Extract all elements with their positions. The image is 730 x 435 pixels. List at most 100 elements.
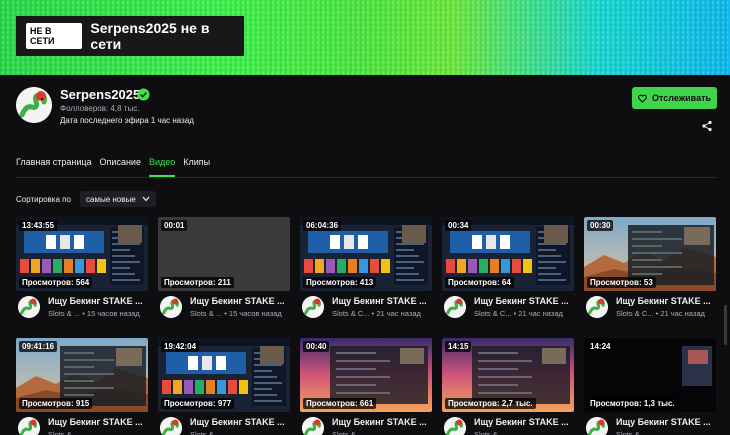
video-age: • 15 часов назад (82, 309, 140, 318)
video-title[interactable]: Ищу Бекинг STAKE ... (332, 417, 432, 427)
video-category[interactable]: Slots & ... (190, 430, 222, 435)
video-thumbnail[interactable]: 14:15 Просмотров: 2,7 тыс. (442, 338, 574, 412)
video-thumbnail[interactable]: 00:30 Просмотров: 53 (584, 217, 716, 291)
video-title[interactable]: Ищу Бекинг STAKE ... (474, 296, 574, 306)
video-card[interactable]: 06:04:36 Просмотров: 413 Ищу Бекинг STAK… (300, 217, 432, 327)
video-category[interactable]: Slots & ... (48, 309, 80, 318)
channel-avatar-small[interactable] (444, 296, 466, 318)
channel-avatar-small[interactable] (586, 296, 608, 318)
video-duration: 09:41:16 (19, 341, 58, 352)
video-views: Просмотров: 64 (445, 277, 514, 288)
video-title[interactable]: Ищу Бекинг STAKE ... (48, 417, 148, 427)
video-category[interactable]: Slots & C... (474, 309, 512, 318)
share-icon[interactable] (701, 120, 713, 132)
video-thumbnail[interactable]: 00:40 Просмотров: 661 (300, 338, 432, 412)
video-meta: Slots & ... (332, 430, 364, 435)
sort-label: Сортировка по (16, 195, 71, 204)
video-age: • 21 час назад (371, 309, 421, 318)
video-age: • 21 час назад (655, 309, 705, 318)
tab-about[interactable]: Описание (100, 157, 141, 177)
video-views: Просмотров: 915 (19, 398, 93, 409)
channel-avatar-small[interactable] (160, 417, 182, 435)
video-duration: 00:34 (445, 220, 472, 231)
video-card[interactable]: 00:01 Просмотров: 211 Ищу Бекинг STAKE .… (158, 217, 290, 327)
follow-button-label: Отслеживать (651, 93, 712, 103)
video-thumbnail[interactable]: 00:34 Просмотров: 64 (442, 217, 574, 291)
video-card[interactable]: 14:24 Просмотров: 1,3 тыс. Ищу Бекинг ST… (584, 338, 716, 435)
video-meta: Slots & ... (616, 430, 648, 435)
channel-tabs: Главная страница Описание Видео Клипы (16, 157, 717, 178)
video-views: Просмотров: 564 (19, 277, 93, 288)
video-category[interactable]: Slots & C... (616, 309, 654, 318)
video-title[interactable]: Ищу Бекинг STAKE ... (190, 417, 290, 427)
video-category[interactable]: Slots & ... (616, 430, 648, 435)
tab-home[interactable]: Главная страница (16, 157, 92, 177)
video-thumbnail[interactable]: 13:43:55 Просмотров: 564 (16, 217, 148, 291)
video-meta: Slots & C... • 21 час назад (616, 309, 705, 318)
video-title[interactable]: Ищу Бекинг STAKE ... (616, 296, 716, 306)
tab-videos[interactable]: Видео (148, 157, 176, 177)
channel-avatar-small[interactable] (302, 296, 324, 318)
video-meta: Slots & C... • 21 час назад (332, 309, 421, 318)
video-duration: 13:43:55 (19, 220, 58, 231)
video-thumbnail[interactable]: 19:42:04 Просмотров: 977 (158, 338, 290, 412)
video-age: • 15 часов назад (224, 309, 282, 318)
video-title[interactable]: Ищу Бекинг STAKE ... (616, 417, 716, 427)
video-duration: 14:24 (587, 341, 614, 352)
video-thumbnail[interactable]: 09:41:16 Просмотров: 915 (16, 338, 148, 412)
video-title[interactable]: Ищу Бекинг STAKE ... (190, 296, 290, 306)
tab-clips[interactable]: Клипы (183, 157, 210, 177)
followers-count: Фолловеров: 4,8 тыс. (60, 104, 140, 113)
video-card[interactable]: 09:41:16 Просмотров: 915 Ищу Бекинг STAK… (16, 338, 148, 435)
chevron-down-icon (142, 196, 150, 202)
video-views: Просмотров: 1,3 тыс. (587, 398, 678, 409)
video-category[interactable]: Slots & ... (190, 309, 222, 318)
video-views: Просмотров: 211 (161, 277, 234, 288)
video-views: Просмотров: 977 (161, 398, 235, 409)
channel-avatar-small[interactable] (444, 417, 466, 435)
video-thumbnail[interactable]: 14:24 Просмотров: 1,3 тыс. (584, 338, 716, 412)
channel-name[interactable]: Serpens2025 (60, 87, 140, 102)
offline-badge: НЕ В СЕТИ (26, 23, 83, 49)
channel-avatar-small[interactable] (302, 417, 324, 435)
video-meta: Slots & C... • 21 час назад (474, 309, 563, 318)
video-card[interactable]: 14:15 Просмотров: 2,7 тыс. Ищу Бекинг ST… (442, 338, 574, 435)
video-category[interactable]: Slots & ... (332, 430, 364, 435)
channel-avatar-small[interactable] (160, 296, 182, 318)
video-views: Просмотров: 413 (303, 277, 377, 288)
video-category[interactable]: Slots & ... (474, 430, 506, 435)
video-duration: 06:04:36 (303, 220, 342, 231)
video-duration: 00:40 (303, 341, 330, 352)
sort-dropdown[interactable]: самые новые (80, 191, 156, 207)
video-thumbnail[interactable]: 00:01 Просмотров: 211 (158, 217, 290, 291)
verified-icon (137, 88, 150, 101)
follow-button[interactable]: Отслеживать (632, 87, 717, 109)
video-title[interactable]: Ищу Бекинг STAKE ... (48, 296, 148, 306)
video-age: • 21 час назад (513, 309, 563, 318)
video-card[interactable]: 13:43:55 Просмотров: 564 Ищу Бекинг STAK… (16, 217, 148, 327)
channel-banner: НЕ В СЕТИ Serpens2025 не в сети (0, 0, 730, 75)
video-duration: 19:42:04 (161, 341, 200, 352)
last-stream-info: Дата последнего эфира 1 час назад (60, 116, 194, 125)
video-card[interactable]: 00:34 Просмотров: 64 Ищу Бекинг STAKE ..… (442, 217, 574, 327)
video-category[interactable]: Slots & C... (332, 309, 370, 318)
channel-avatar-small[interactable] (586, 417, 608, 435)
channel-avatar-small[interactable] (18, 296, 40, 318)
video-card[interactable]: 00:30 Просмотров: 53 Ищу Бекинг STAKE ..… (584, 217, 716, 327)
scrollbar[interactable] (724, 305, 727, 345)
video-thumbnail[interactable]: 06:04:36 Просмотров: 413 (300, 217, 432, 291)
offline-text: Serpens2025 не в сети (90, 20, 210, 52)
video-meta: Slots & ... (190, 430, 222, 435)
video-meta: Slots & ... (474, 430, 506, 435)
video-views: Просмотров: 661 (303, 398, 377, 409)
video-duration: 00:30 (587, 220, 614, 231)
channel-avatar[interactable] (16, 87, 52, 123)
video-card[interactable]: 00:40 Просмотров: 661 Ищу Бекинг STAKE .… (300, 338, 432, 435)
channel-avatar-small[interactable] (18, 417, 40, 435)
video-title[interactable]: Ищу Бекинг STAKE ... (332, 296, 432, 306)
video-title[interactable]: Ищу Бекинг STAKE ... (474, 417, 574, 427)
video-category[interactable]: Slots & ... (48, 430, 80, 435)
video-views: Просмотров: 53 (587, 277, 656, 288)
video-meta: Slots & ... (48, 430, 80, 435)
video-card[interactable]: 19:42:04 Просмотров: 977 Ищу Бекинг STAK… (158, 338, 290, 435)
